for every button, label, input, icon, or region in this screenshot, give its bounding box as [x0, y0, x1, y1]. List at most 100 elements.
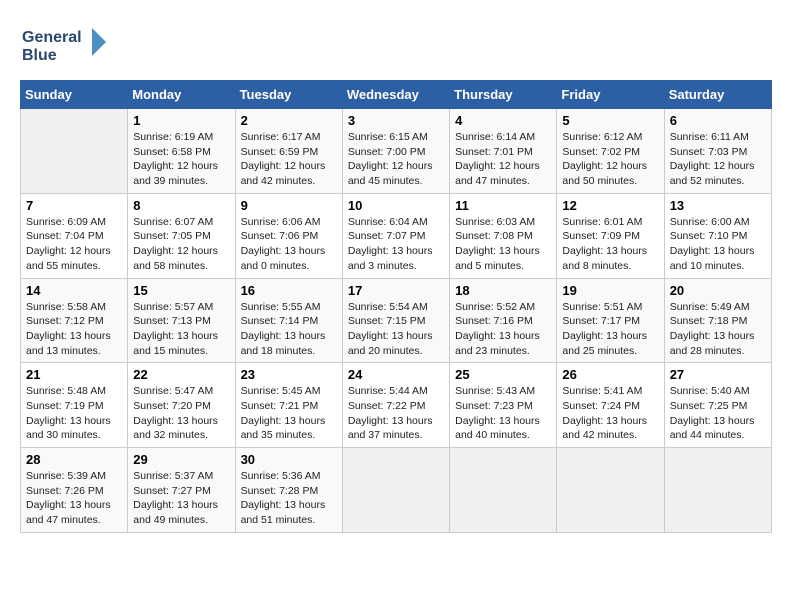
weekday-header-friday: Friday [557, 81, 664, 109]
day-number: 26 [562, 367, 658, 382]
weekday-header-sunday: Sunday [21, 81, 128, 109]
calendar-cell [21, 109, 128, 194]
day-number: 6 [670, 113, 766, 128]
weekday-header-thursday: Thursday [450, 81, 557, 109]
calendar-cell: 11 Sunrise: 6:03 AM Sunset: 7:08 PM Dayli… [450, 193, 557, 278]
day-number: 28 [26, 452, 122, 467]
day-number: 29 [133, 452, 229, 467]
day-number: 23 [241, 367, 337, 382]
day-number: 10 [348, 198, 444, 213]
calendar-cell: 10 Sunrise: 6:04 AM Sunset: 7:07 PM Dayli… [342, 193, 449, 278]
day-number: 17 [348, 283, 444, 298]
week-row-3: 14Sunrise: 5:58 AM Sunset: 7:12 PM Dayli… [21, 278, 772, 363]
day-info: Sunrise: 6:06 AM Sunset: 7:06 PM Dayligh… [241, 215, 337, 274]
day-info: Sunrise: 5:58 AM Sunset: 7:12 PM Dayligh… [26, 300, 122, 359]
calendar-cell: 30 Sunrise: 5:36 AM Sunset: 7:28 PM Dayli… [235, 448, 342, 533]
logo-image: General Blue [20, 20, 110, 70]
day-number: 7 [26, 198, 122, 213]
day-number: 13 [670, 198, 766, 213]
day-number: 5 [562, 113, 658, 128]
weekday-header-tuesday: Tuesday [235, 81, 342, 109]
calendar-table: SundayMondayTuesdayWednesdayThursdayFrid… [20, 80, 772, 533]
day-info: Sunrise: 5:37 AM Sunset: 7:27 PM Dayligh… [133, 469, 229, 528]
calendar-cell: 15 Sunrise: 5:57 AM Sunset: 7:13 PM Dayli… [128, 278, 235, 363]
day-number: 27 [670, 367, 766, 382]
week-row-5: 28 Sunrise: 5:39 AM Sunset: 7:26 PM Dayli… [21, 448, 772, 533]
calendar-cell: 23 Sunrise: 5:45 AM Sunset: 7:21 PM Dayli… [235, 363, 342, 448]
calendar-cell: 17 Sunrise: 5:54 AM Sunset: 7:15 PM Dayli… [342, 278, 449, 363]
week-row-1: 1 Sunrise: 6:19 AM Sunset: 6:58 PM Daylig… [21, 109, 772, 194]
calendar-cell [450, 448, 557, 533]
day-info: Sunrise: 5:44 AM Sunset: 7:22 PM Dayligh… [348, 384, 444, 443]
day-number: 16 [241, 283, 337, 298]
day-info: Sunrise: 5:47 AM Sunset: 7:20 PM Dayligh… [133, 384, 229, 443]
day-number: 1 [133, 113, 229, 128]
calendar-cell: 25 Sunrise: 5:43 AM Sunset: 7:23 PM Dayli… [450, 363, 557, 448]
calendar-cell: 20Sunrise: 5:49 AM Sunset: 7:18 PM Dayli… [664, 278, 771, 363]
day-info: Sunrise: 5:48 AM Sunset: 7:19 PM Dayligh… [26, 384, 122, 443]
calendar-cell [664, 448, 771, 533]
calendar-cell: 19 Sunrise: 5:51 AM Sunset: 7:17 PM Dayli… [557, 278, 664, 363]
day-info: Sunrise: 6:04 AM Sunset: 7:07 PM Dayligh… [348, 215, 444, 274]
calendar-cell: 7 Sunrise: 6:09 AM Sunset: 7:04 PM Daylig… [21, 193, 128, 278]
calendar-cell: 24Sunrise: 5:44 AM Sunset: 7:22 PM Dayli… [342, 363, 449, 448]
weekday-header-row: SundayMondayTuesdayWednesdayThursdayFrid… [21, 81, 772, 109]
day-info: Sunrise: 5:51 AM Sunset: 7:17 PM Dayligh… [562, 300, 658, 359]
day-info: Sunrise: 6:00 AM Sunset: 7:10 PM Dayligh… [670, 215, 766, 274]
calendar-cell: 8 Sunrise: 6:07 AM Sunset: 7:05 PM Daylig… [128, 193, 235, 278]
day-number: 25 [455, 367, 551, 382]
day-number: 19 [562, 283, 658, 298]
day-info: Sunrise: 5:54 AM Sunset: 7:15 PM Dayligh… [348, 300, 444, 359]
page-container: General Blue SundayMondayTuesdayWednesda… [20, 20, 772, 533]
day-info: Sunrise: 6:03 AM Sunset: 7:08 PM Dayligh… [455, 215, 551, 274]
logo: General Blue [20, 20, 110, 70]
calendar-cell: 3Sunrise: 6:15 AM Sunset: 7:00 PM Daylig… [342, 109, 449, 194]
day-number: 21 [26, 367, 122, 382]
day-info: Sunrise: 5:52 AM Sunset: 7:16 PM Dayligh… [455, 300, 551, 359]
day-number: 8 [133, 198, 229, 213]
day-info: Sunrise: 6:07 AM Sunset: 7:05 PM Dayligh… [133, 215, 229, 274]
day-info: Sunrise: 6:19 AM Sunset: 6:58 PM Dayligh… [133, 130, 229, 189]
weekday-header-monday: Monday [128, 81, 235, 109]
calendar-cell: 5 Sunrise: 6:12 AM Sunset: 7:02 PM Daylig… [557, 109, 664, 194]
calendar-cell: 29 Sunrise: 5:37 AM Sunset: 7:27 PM Dayli… [128, 448, 235, 533]
day-info: Sunrise: 6:15 AM Sunset: 7:00 PM Dayligh… [348, 130, 444, 189]
calendar-cell [342, 448, 449, 533]
day-number: 18 [455, 283, 551, 298]
day-info: Sunrise: 6:01 AM Sunset: 7:09 PM Dayligh… [562, 215, 658, 274]
day-number: 15 [133, 283, 229, 298]
calendar-cell: 27 Sunrise: 5:40 AM Sunset: 7:25 PM Dayli… [664, 363, 771, 448]
day-info: Sunrise: 5:57 AM Sunset: 7:13 PM Dayligh… [133, 300, 229, 359]
day-info: Sunrise: 6:17 AM Sunset: 6:59 PM Dayligh… [241, 130, 337, 189]
weekday-header-wednesday: Wednesday [342, 81, 449, 109]
day-info: Sunrise: 5:45 AM Sunset: 7:21 PM Dayligh… [241, 384, 337, 443]
day-info: Sunrise: 5:36 AM Sunset: 7:28 PM Dayligh… [241, 469, 337, 528]
day-number: 4 [455, 113, 551, 128]
day-info: Sunrise: 5:49 AM Sunset: 7:18 PM Dayligh… [670, 300, 766, 359]
day-info: Sunrise: 5:39 AM Sunset: 7:26 PM Dayligh… [26, 469, 122, 528]
week-row-2: 7 Sunrise: 6:09 AM Sunset: 7:04 PM Daylig… [21, 193, 772, 278]
svg-text:Blue: Blue [22, 47, 57, 64]
day-info: Sunrise: 5:43 AM Sunset: 7:23 PM Dayligh… [455, 384, 551, 443]
calendar-cell: 1 Sunrise: 6:19 AM Sunset: 6:58 PM Daylig… [128, 109, 235, 194]
svg-text:General: General [22, 29, 82, 46]
day-info: Sunrise: 5:41 AM Sunset: 7:24 PM Dayligh… [562, 384, 658, 443]
day-info: Sunrise: 6:11 AM Sunset: 7:03 PM Dayligh… [670, 130, 766, 189]
day-number: 12 [562, 198, 658, 213]
day-number: 2 [241, 113, 337, 128]
calendar-cell: 28 Sunrise: 5:39 AM Sunset: 7:26 PM Dayli… [21, 448, 128, 533]
day-number: 22 [133, 367, 229, 382]
calendar-cell: 16 Sunrise: 5:55 AM Sunset: 7:14 PM Dayli… [235, 278, 342, 363]
day-info: Sunrise: 5:55 AM Sunset: 7:14 PM Dayligh… [241, 300, 337, 359]
calendar-cell: 6 Sunrise: 6:11 AM Sunset: 7:03 PM Daylig… [664, 109, 771, 194]
calendar-cell: 26 Sunrise: 5:41 AM Sunset: 7:24 PM Dayli… [557, 363, 664, 448]
calendar-cell: 14Sunrise: 5:58 AM Sunset: 7:12 PM Dayli… [21, 278, 128, 363]
weekday-header-saturday: Saturday [664, 81, 771, 109]
day-number: 11 [455, 198, 551, 213]
day-number: 30 [241, 452, 337, 467]
day-info: Sunrise: 6:09 AM Sunset: 7:04 PM Dayligh… [26, 215, 122, 274]
calendar-cell: 22 Sunrise: 5:47 AM Sunset: 7:20 PM Dayli… [128, 363, 235, 448]
day-info: Sunrise: 6:12 AM Sunset: 7:02 PM Dayligh… [562, 130, 658, 189]
day-info: Sunrise: 5:40 AM Sunset: 7:25 PM Dayligh… [670, 384, 766, 443]
week-row-4: 21 Sunrise: 5:48 AM Sunset: 7:19 PM Dayli… [21, 363, 772, 448]
